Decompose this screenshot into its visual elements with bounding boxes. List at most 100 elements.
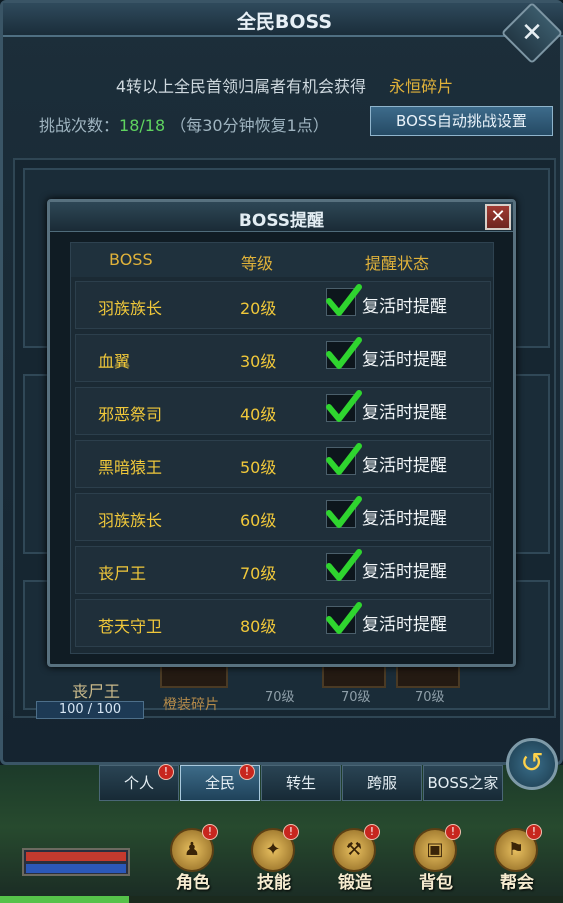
boss-level: 30级 [240,352,277,371]
boss-name: 羽族族长 [98,511,163,530]
tab-4[interactable]: BOSS之家 [423,765,503,801]
tab-label: 跨服 [366,774,397,792]
reminder-checkbox[interactable] [326,337,362,369]
boss-name: 羽族族长 [98,299,163,318]
notification-badge: ! [445,824,461,840]
bg-boss-hp: 100 / 100 [36,701,144,719]
exp-bar-fill [0,896,130,903]
menu-label: 角色 [176,873,210,893]
notification-badge: ! [239,764,255,780]
reminder-table: BOSS 等级 提醒状态 羽族族长 20级 复活时提醒 血翼 30级 复活时提醒 邪恶祭司 4… [70,242,494,654]
menu-label: 技能 [257,873,291,893]
menu-button-0[interactable]: ♟ 角色! [162,824,224,898]
reminder-status: 复活时提醒 [362,562,447,582]
table-row: 苍天守卫 80级 复活时提醒 [75,599,491,647]
boss-level: 40级 [240,405,277,424]
reminder-status: 复活时提醒 [362,456,447,476]
checkmark-icon [326,284,362,316]
checkmark-icon [326,602,362,634]
notification-badge: ! [158,764,174,780]
reminder-checkbox[interactable] [326,549,362,581]
challenge-label: 挑战次数： [39,116,120,135]
checkmark-icon [326,443,362,475]
table-row: 邪恶祭司 40级 复活时提醒 [75,387,491,435]
reminder-status: 复活时提醒 [362,509,447,529]
return-arrow-icon: ↺ [520,746,544,779]
boss-name: 黑暗猿王 [98,458,163,477]
panel-title-bar: 全民BOSS [3,3,563,37]
reminder-checkbox[interactable] [326,443,362,475]
checkmark-icon [326,496,362,528]
notification-badge: ! [202,824,218,840]
reward-item-name: 永恒碎片 [389,77,454,96]
header-status: 提醒状态 [365,254,430,273]
auto-challenge-settings-button[interactable]: BOSS自动挑战设置 [370,106,553,136]
boss-reminder-dialog: BOSS提醒 ✕ BOSS 等级 提醒状态 羽族族长 20级 复活时提醒 血翼 30级复… [47,199,516,667]
checkmark-icon [326,390,362,422]
notification-badge: ! [283,824,299,840]
reminder-checkbox[interactable] [326,602,362,634]
menu-label: 背包 [419,873,453,893]
reminder-checkbox[interactable] [326,390,362,422]
table-row: 血翼 30级 复活时提醒 [75,334,491,382]
boss-level: 20级 [240,299,277,318]
tab-label: 全民 [204,774,235,792]
challenge-count-line: 挑战次数：18/18 （每30分钟恢复1点） [39,112,329,136]
bg-boss-name: 丧尸王 [72,682,121,701]
boss-name: 邪恶祭司 [98,405,163,424]
header-level: 等级 [241,254,274,273]
table-header: BOSS 等级 提醒状态 [71,243,493,277]
reward-item-label: 橙装碎片 [163,697,219,713]
tab-0[interactable]: 个人! [99,764,179,801]
panel-title: 全民BOSS [236,11,333,33]
boss-level: 70级 [240,564,277,583]
dialog-title: BOSS提醒 [238,211,325,231]
boss-level: 60级 [240,511,277,530]
hp-bar [26,852,126,861]
reward-info-text: 4转以上全民首领归属者有机会获得 [115,77,367,96]
mp-bar [26,864,126,873]
reminder-status: 复活时提醒 [362,350,447,370]
tab-label: 个人 [123,774,154,792]
menu-label: 帮会 [500,873,534,893]
reminder-checkbox[interactable] [326,496,362,528]
boss-tab-bar: 个人! 全民! 转生 跨服 BOSS之家 [99,764,505,801]
header-boss: BOSS [109,250,153,269]
checkmark-icon [326,549,362,581]
reminder-status: 复活时提醒 [362,615,447,635]
menu-button-2[interactable]: ⚒ 锻造! [324,824,386,898]
boss-level: 80级 [240,617,277,636]
checkmark-icon [326,337,362,369]
menu-button-4[interactable]: ⚑ 帮会! [486,824,548,898]
table-row: 羽族族长 60级 复活时提醒 [75,493,491,541]
table-row: 黑暗猿王 50级 复活时提醒 [75,440,491,488]
boss-name: 苍天守卫 [98,617,163,636]
tab-3[interactable]: 跨服 [342,765,422,801]
dialog-title-bar: BOSS提醒 [50,202,513,232]
item-level-label: 70级 [415,690,445,705]
reminder-status: 复活时提醒 [362,403,447,423]
item-level-label: 70级 [341,690,371,705]
tab-2[interactable]: 转生 [261,765,341,801]
boss-name: 血翼 [98,352,131,371]
tab-1[interactable]: 全民! [180,764,260,801]
menu-button-3[interactable]: ▣ 背包! [405,824,467,898]
reminder-checkbox[interactable] [326,284,362,316]
tab-label: BOSS之家 [427,774,499,792]
menu-label: 锻造 [338,873,372,893]
menu-button-1[interactable]: ✦ 技能! [243,824,305,898]
challenge-count: 18/18 [119,116,166,135]
notification-badge: ! [364,824,380,840]
table-row: 丧尸王 70级 复活时提醒 [75,546,491,594]
reminder-status: 复活时提醒 [362,297,447,317]
reward-info: 4转以上全民首领归属者有机会获得 永恒碎片 [3,73,563,97]
dialog-close-button[interactable]: ✕ [485,204,511,230]
challenge-note: （每30分钟恢复1点） [170,116,329,135]
boss-name: 丧尸王 [98,564,147,583]
hp-mp-bar [22,848,130,876]
tab-label: 转生 [285,774,316,792]
boss-level: 50级 [240,458,277,477]
back-button[interactable]: ↺ [506,738,558,790]
item-level-label: 70级 [265,690,295,705]
table-row: 羽族族长 20级 复活时提醒 [75,281,491,329]
